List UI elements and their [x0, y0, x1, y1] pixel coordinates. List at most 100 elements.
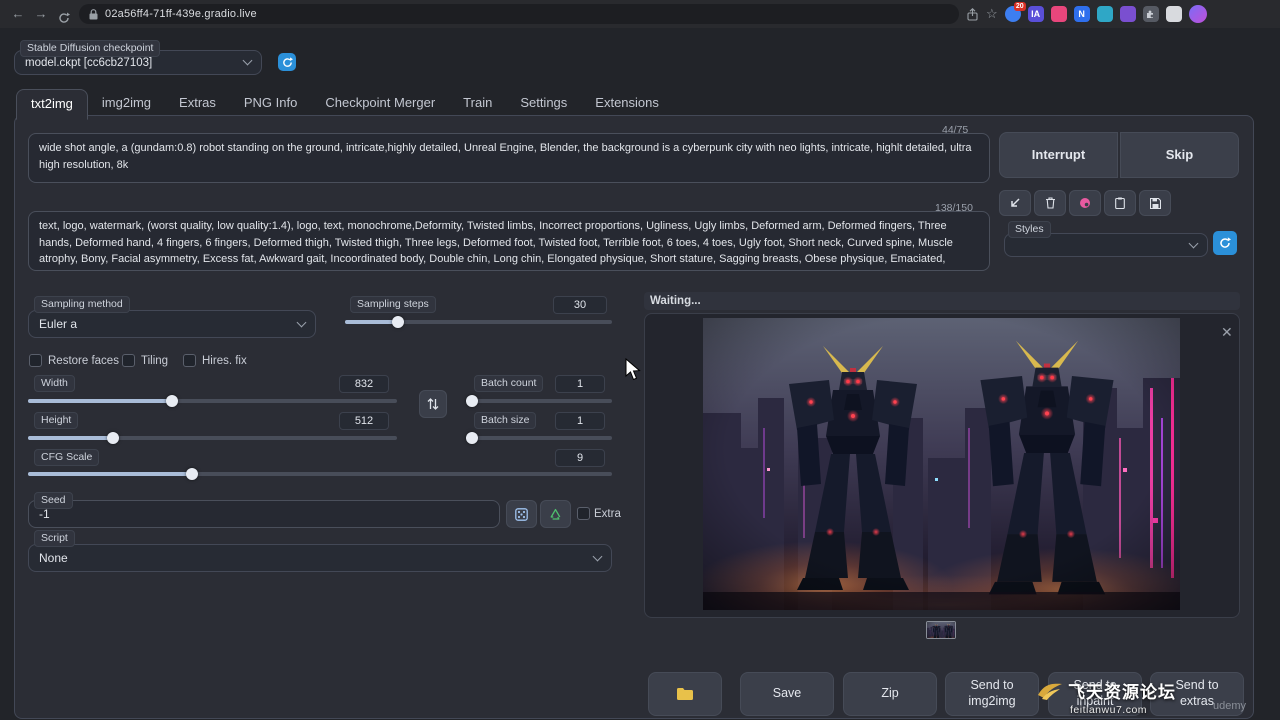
close-icon[interactable]: ✕	[1221, 324, 1233, 341]
negative-prompt-input[interactable]	[28, 211, 990, 271]
refresh-styles-button[interactable]	[1213, 231, 1237, 255]
sampling-method-label: Sampling method	[34, 296, 130, 313]
hires-fix-label: Hires. fix	[202, 355, 247, 367]
cfg-scale-slider[interactable]	[28, 468, 612, 480]
tab-train[interactable]: Train	[449, 89, 506, 119]
extensions-puzzle-icon[interactable]	[1143, 6, 1159, 22]
watermark-site: feitianwu7.com	[1070, 704, 1176, 716]
address-bar[interactable]: 02a56ff4-71ff-439e.gradio.live	[79, 4, 959, 24]
width-slider[interactable]	[28, 395, 397, 407]
tab-txt2img[interactable]: txt2img	[16, 89, 88, 120]
batch-size-slider[interactable]	[468, 432, 612, 444]
switch-dimensions-button[interactable]	[419, 390, 447, 418]
height-label: Height	[34, 412, 78, 429]
save-label: Save	[773, 686, 802, 702]
generated-image[interactable]	[703, 318, 1180, 610]
chevron-down-icon	[1189, 238, 1199, 248]
apply-styles-button[interactable]	[1104, 190, 1136, 216]
chevron-down-icon	[593, 551, 603, 561]
extra-networks-button[interactable]	[1069, 190, 1101, 216]
extension-badge: 20	[1014, 2, 1026, 11]
extension-icon-3[interactable]	[1051, 6, 1067, 22]
hires-fix-checkbox[interactable]	[183, 354, 196, 367]
extra-seed-checkbox[interactable]	[577, 507, 590, 520]
slider-thumb[interactable]	[107, 432, 119, 444]
slider-thumb[interactable]	[392, 316, 404, 328]
watermark-logo-icon	[1036, 681, 1064, 701]
sampling-method-dropdown[interactable]: Euler a	[28, 310, 316, 338]
tab-settings[interactable]: Settings	[506, 89, 581, 119]
restore-faces-checkbox[interactable]	[29, 354, 42, 367]
batch-count-slider[interactable]	[468, 395, 612, 407]
tab-checkpoint-merger[interactable]: Checkpoint Merger	[311, 89, 449, 119]
save-style-button[interactable]	[1139, 190, 1171, 216]
sampling-steps-value[interactable]: 30	[553, 296, 607, 314]
tab-extensions[interactable]: Extensions	[581, 89, 673, 119]
save-button[interactable]: Save	[740, 672, 834, 716]
paste-params-button[interactable]	[999, 190, 1031, 216]
slider-fill	[28, 472, 192, 476]
extension-icon-2[interactable]: IA	[1028, 6, 1044, 22]
tiling-checkbox[interactable]	[122, 354, 135, 367]
tab-img2img[interactable]: img2img	[88, 89, 165, 119]
script-dropdown[interactable]: None	[28, 544, 612, 572]
random-seed-button[interactable]	[506, 500, 537, 528]
checkpoint-value: model.ckpt [cc6cb27103]	[25, 57, 152, 69]
zip-button[interactable]: Zip	[843, 672, 937, 716]
slider-thumb[interactable]	[466, 395, 478, 407]
tab-extras[interactable]: Extras	[165, 89, 230, 119]
browser-toolbar: ← → 02a56ff4-71ff-439e.gradio.live ☆ 20 …	[0, 0, 1280, 28]
bookmark-star-icon[interactable]: ☆	[986, 6, 998, 22]
height-value[interactable]: 512	[339, 412, 389, 430]
styles-label: Styles	[1008, 221, 1051, 238]
extension-icon-6[interactable]	[1120, 6, 1136, 22]
sampling-method-value: Euler a	[39, 317, 77, 331]
back-icon[interactable]: ←	[10, 0, 26, 28]
arrow-down-left-icon	[1009, 197, 1021, 209]
script-value: None	[39, 551, 68, 565]
reuse-seed-button[interactable]	[540, 500, 571, 528]
zip-label: Zip	[881, 686, 898, 702]
refresh-checkpoint-button[interactable]	[278, 53, 296, 71]
slider-thumb[interactable]	[166, 395, 178, 407]
url-text: 02a56ff4-71ff-439e.gradio.live	[105, 8, 257, 20]
refresh-icon	[282, 57, 293, 68]
seed-input[interactable]	[28, 500, 500, 528]
share-icon[interactable]	[966, 8, 979, 21]
interrupt-button[interactable]: Interrupt	[999, 132, 1118, 178]
extension-icon-7[interactable]	[1166, 6, 1182, 22]
dice-icon	[515, 508, 528, 521]
send-to-img2img-button[interactable]: Send to img2img	[945, 672, 1039, 716]
batch-size-value[interactable]: 1	[555, 412, 605, 430]
extension-icon-5[interactable]	[1097, 6, 1113, 22]
width-value[interactable]: 832	[339, 375, 389, 393]
skip-button[interactable]: Skip	[1120, 132, 1239, 178]
extension-icon-4[interactable]: N	[1074, 6, 1090, 22]
slider-thumb[interactable]	[466, 432, 478, 444]
batch-count-value[interactable]: 1	[555, 375, 605, 393]
tab-png-info[interactable]: PNG Info	[230, 89, 311, 119]
slider-thumb[interactable]	[186, 468, 198, 480]
gallery-thumbnail[interactable]	[926, 621, 956, 639]
extension-icon-1[interactable]: 20	[1005, 6, 1021, 22]
sampling-steps-label: Sampling steps	[350, 296, 436, 313]
tab-bar: txt2img img2img Extras PNG Info Checkpoi…	[16, 89, 673, 119]
swap-arrows-icon	[427, 397, 439, 411]
watermark-title: 飞天资源论坛	[1068, 678, 1176, 703]
profile-avatar[interactable]	[1189, 5, 1207, 23]
forward-icon[interactable]: →	[33, 0, 49, 28]
watermark: 飞天资源论坛 feitianwu7.com	[1036, 678, 1176, 716]
skip-label: Skip	[1166, 147, 1193, 163]
clipboard-icon	[1115, 197, 1125, 209]
cfg-scale-value[interactable]: 9	[555, 449, 605, 467]
clear-prompt-button[interactable]	[1034, 190, 1066, 216]
sampling-steps-slider[interactable]	[345, 316, 612, 328]
reload-icon[interactable]	[56, 4, 72, 24]
cfg-scale-label: CFG Scale	[34, 449, 99, 466]
slider-track	[468, 436, 612, 440]
height-slider[interactable]	[28, 432, 397, 444]
prompt-input[interactable]	[28, 133, 990, 183]
slider-track	[468, 399, 612, 403]
slider-fill	[345, 320, 398, 324]
open-folder-button[interactable]	[648, 672, 722, 716]
